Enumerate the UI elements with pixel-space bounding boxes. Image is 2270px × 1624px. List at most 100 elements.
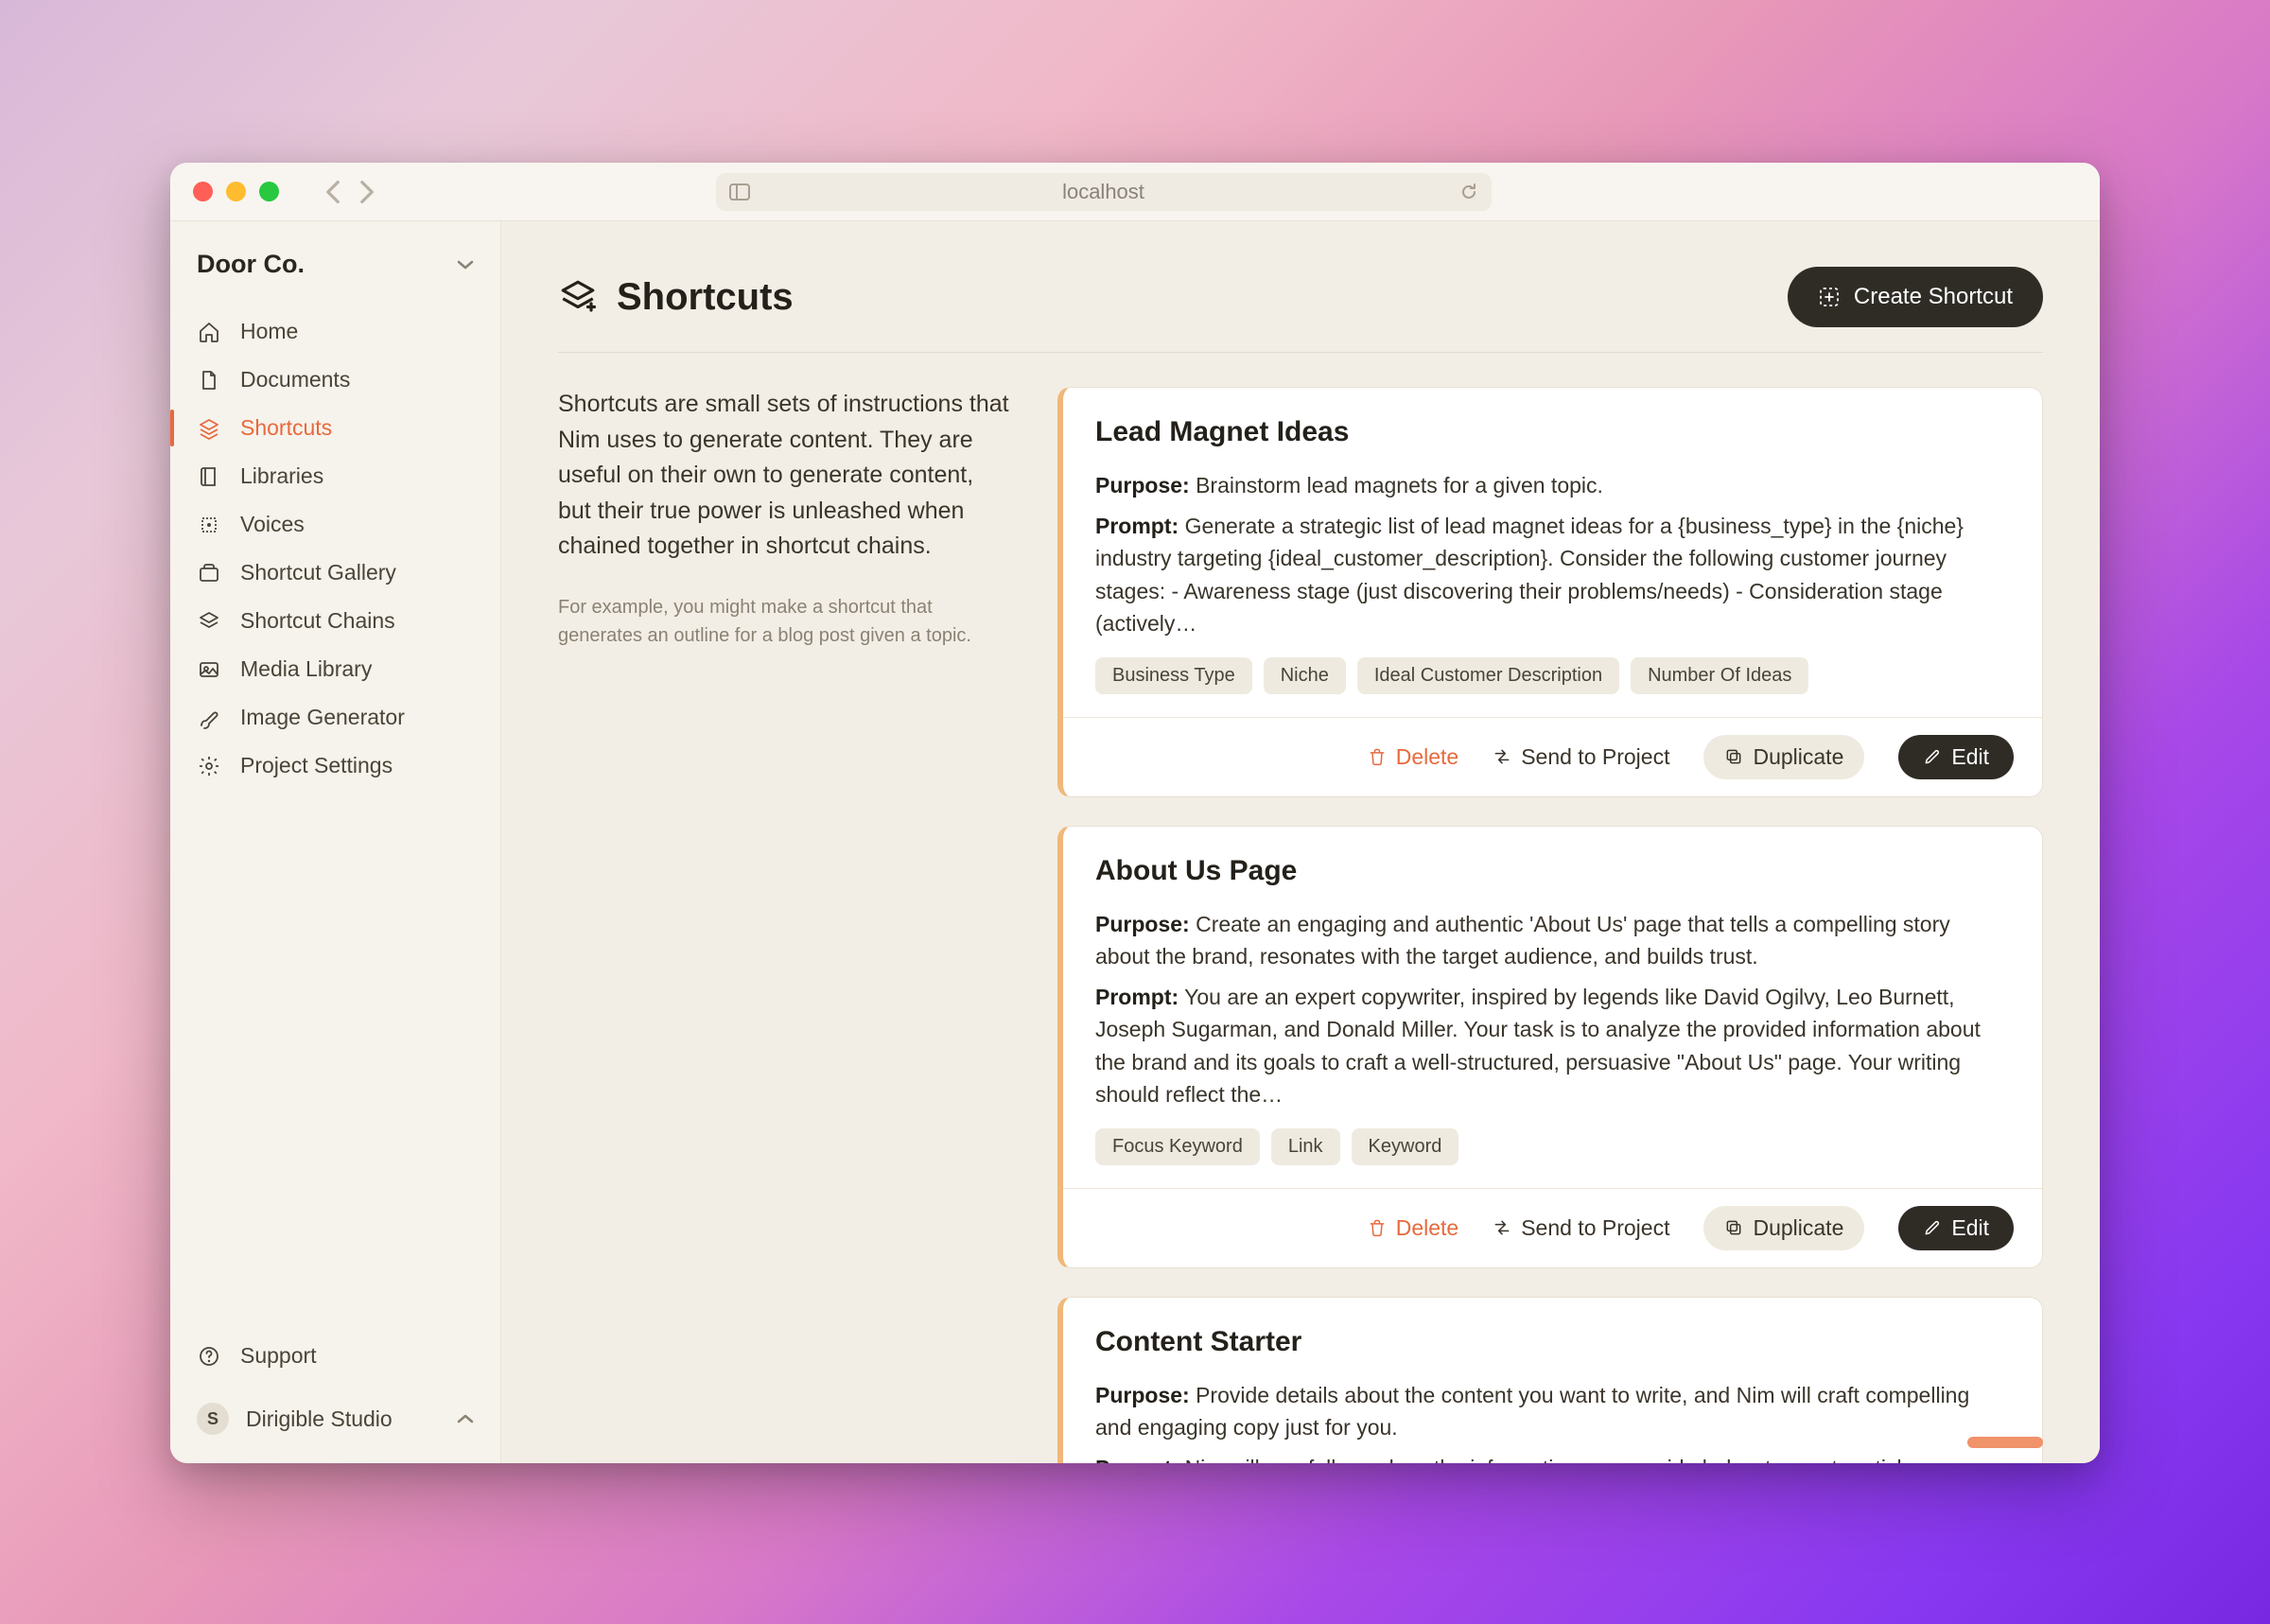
tag: Business Type (1095, 657, 1252, 694)
sidebar: Door Co. Home Documents Shortcuts (170, 221, 501, 1463)
window-zoom-button[interactable] (259, 182, 279, 201)
chevron-up-icon (457, 1413, 474, 1424)
sidebar-item-label: Home (240, 319, 298, 344)
layers-icon (197, 417, 221, 440)
page-title: Shortcuts (617, 276, 794, 319)
layers-plus-icon (558, 277, 598, 317)
sidebar-item-label: Voices (240, 512, 305, 537)
shortcut-card: Content Starter Purpose: Provide details… (1057, 1297, 2043, 1464)
app-window: localhost Door Co. Home Docu (170, 163, 2100, 1463)
card-footer: Delete Send to Project Duplicate (1063, 717, 2042, 796)
duplicate-button[interactable]: Duplicate (1703, 1206, 1864, 1250)
voice-icon (197, 514, 221, 536)
sidebar-item-home[interactable]: Home (170, 307, 500, 356)
sidebar-item-libraries[interactable]: Libraries (170, 452, 500, 500)
sidebar-item-shortcuts[interactable]: Shortcuts (170, 404, 500, 452)
sidebar-item-media-library[interactable]: Media Library (170, 645, 500, 693)
sidebar-item-support[interactable]: Support (170, 1330, 500, 1382)
card-title: About Us Page (1095, 855, 2010, 887)
sidebar-item-label: Libraries (240, 463, 323, 489)
card-prompt: Prompt: Nim will carefully analyze the i… (1095, 1452, 2010, 1464)
shortcut-card: About Us Page Purpose: Create an engagin… (1057, 826, 2043, 1268)
trash-icon (1368, 1218, 1387, 1237)
tag: Niche (1264, 657, 1346, 694)
intro-example: For example, you might make a shortcut t… (558, 593, 1012, 650)
media-icon (197, 658, 221, 681)
tag: Keyword (1352, 1128, 1459, 1165)
support-label: Support (240, 1343, 317, 1369)
edit-button[interactable]: Edit (1898, 1206, 2014, 1250)
shortcut-card: Lead Magnet Ideas Purpose: Brainstorm le… (1057, 387, 2043, 797)
pencil-icon (1923, 747, 1942, 766)
forward-button[interactable] (358, 180, 375, 204)
card-purpose: Purpose: Brainstorm lead magnets for a g… (1095, 469, 2010, 502)
window-close-button[interactable] (193, 182, 213, 201)
delete-button[interactable]: Delete (1368, 744, 1458, 770)
intro-column: Shortcuts are small sets of instructions… (558, 387, 1012, 1463)
url-text: localhost (1062, 180, 1144, 204)
window-minimize-button[interactable] (226, 182, 246, 201)
scroll-indicator (1967, 1437, 2043, 1448)
sidebar-item-project-settings[interactable]: Project Settings (170, 742, 500, 790)
chevron-down-icon (457, 259, 474, 271)
delete-button[interactable]: Delete (1368, 1215, 1458, 1241)
sidebar-item-shortcut-gallery[interactable]: Shortcut Gallery (170, 549, 500, 597)
duplicate-button[interactable]: Duplicate (1703, 735, 1864, 779)
sidebar-toggle-icon[interactable] (729, 183, 750, 201)
sidebar-item-image-generator[interactable]: Image Generator (170, 693, 500, 742)
help-icon (197, 1345, 221, 1368)
titlebar: localhost (170, 163, 2100, 221)
create-icon (1818, 286, 1841, 308)
copy-icon (1724, 747, 1743, 766)
book-icon (197, 465, 221, 488)
back-button[interactable] (324, 180, 341, 204)
intro-text: Shortcuts are small sets of instructions… (558, 387, 1012, 565)
card-prompt: Prompt: You are an expert copywriter, in… (1095, 981, 2010, 1111)
send-icon (1493, 1218, 1511, 1237)
studio-label: Dirigible Studio (246, 1406, 393, 1432)
gear-icon (197, 755, 221, 777)
studio-switcher[interactable]: S Dirigible Studio (170, 1382, 500, 1463)
home-icon (197, 321, 221, 343)
card-prompt: Prompt: Generate a strategic list of lea… (1095, 510, 2010, 640)
card-title: Content Starter (1095, 1326, 2010, 1358)
edit-button[interactable]: Edit (1898, 735, 2014, 779)
shortcut-list: Lead Magnet Ideas Purpose: Brainstorm le… (1057, 387, 2043, 1463)
document-icon (197, 369, 221, 392)
create-shortcut-label: Create Shortcut (1854, 284, 2013, 310)
tag: Number Of Ideas (1631, 657, 1808, 694)
sidebar-item-label: Shortcut Gallery (240, 560, 396, 585)
tag-list: Focus Keyword Link Keyword (1095, 1128, 2010, 1165)
tag: Link (1271, 1128, 1340, 1165)
send-icon (1493, 747, 1511, 766)
traffic-lights (193, 182, 279, 201)
brush-icon (197, 707, 221, 729)
sidebar-item-shortcut-chains[interactable]: Shortcut Chains (170, 597, 500, 645)
workspace-switcher[interactable]: Door Co. (170, 250, 500, 307)
card-title: Lead Magnet Ideas (1095, 416, 2010, 448)
tag: Focus Keyword (1095, 1128, 1260, 1165)
card-purpose: Purpose: Provide details about the conte… (1095, 1379, 2010, 1444)
chain-icon (197, 610, 221, 633)
pencil-icon (1923, 1218, 1942, 1237)
card-purpose: Purpose: Create an engaging and authenti… (1095, 908, 2010, 973)
reload-icon[interactable] (1459, 183, 1478, 201)
create-shortcut-button[interactable]: Create Shortcut (1788, 267, 2043, 327)
send-to-project-button[interactable]: Send to Project (1493, 744, 1669, 770)
sidebar-item-label: Shortcut Chains (240, 608, 395, 634)
main-content: Shortcuts Create Shortcut Shortcuts are … (501, 221, 2100, 1463)
copy-icon (1724, 1218, 1743, 1237)
sidebar-item-label: Image Generator (240, 705, 405, 730)
trash-icon (1368, 747, 1387, 766)
sidebar-item-label: Project Settings (240, 753, 393, 778)
url-bar[interactable]: localhost (716, 173, 1492, 211)
sidebar-item-label: Documents (240, 367, 350, 393)
card-footer: Delete Send to Project Duplicate (1063, 1188, 2042, 1267)
gallery-icon (197, 562, 221, 585)
sidebar-item-documents[interactable]: Documents (170, 356, 500, 404)
send-to-project-button[interactable]: Send to Project (1493, 1215, 1669, 1241)
sidebar-item-voices[interactable]: Voices (170, 500, 500, 549)
workspace-name: Door Co. (197, 250, 305, 279)
page-header: Shortcuts Create Shortcut (558, 267, 2043, 353)
studio-avatar: S (197, 1403, 229, 1435)
